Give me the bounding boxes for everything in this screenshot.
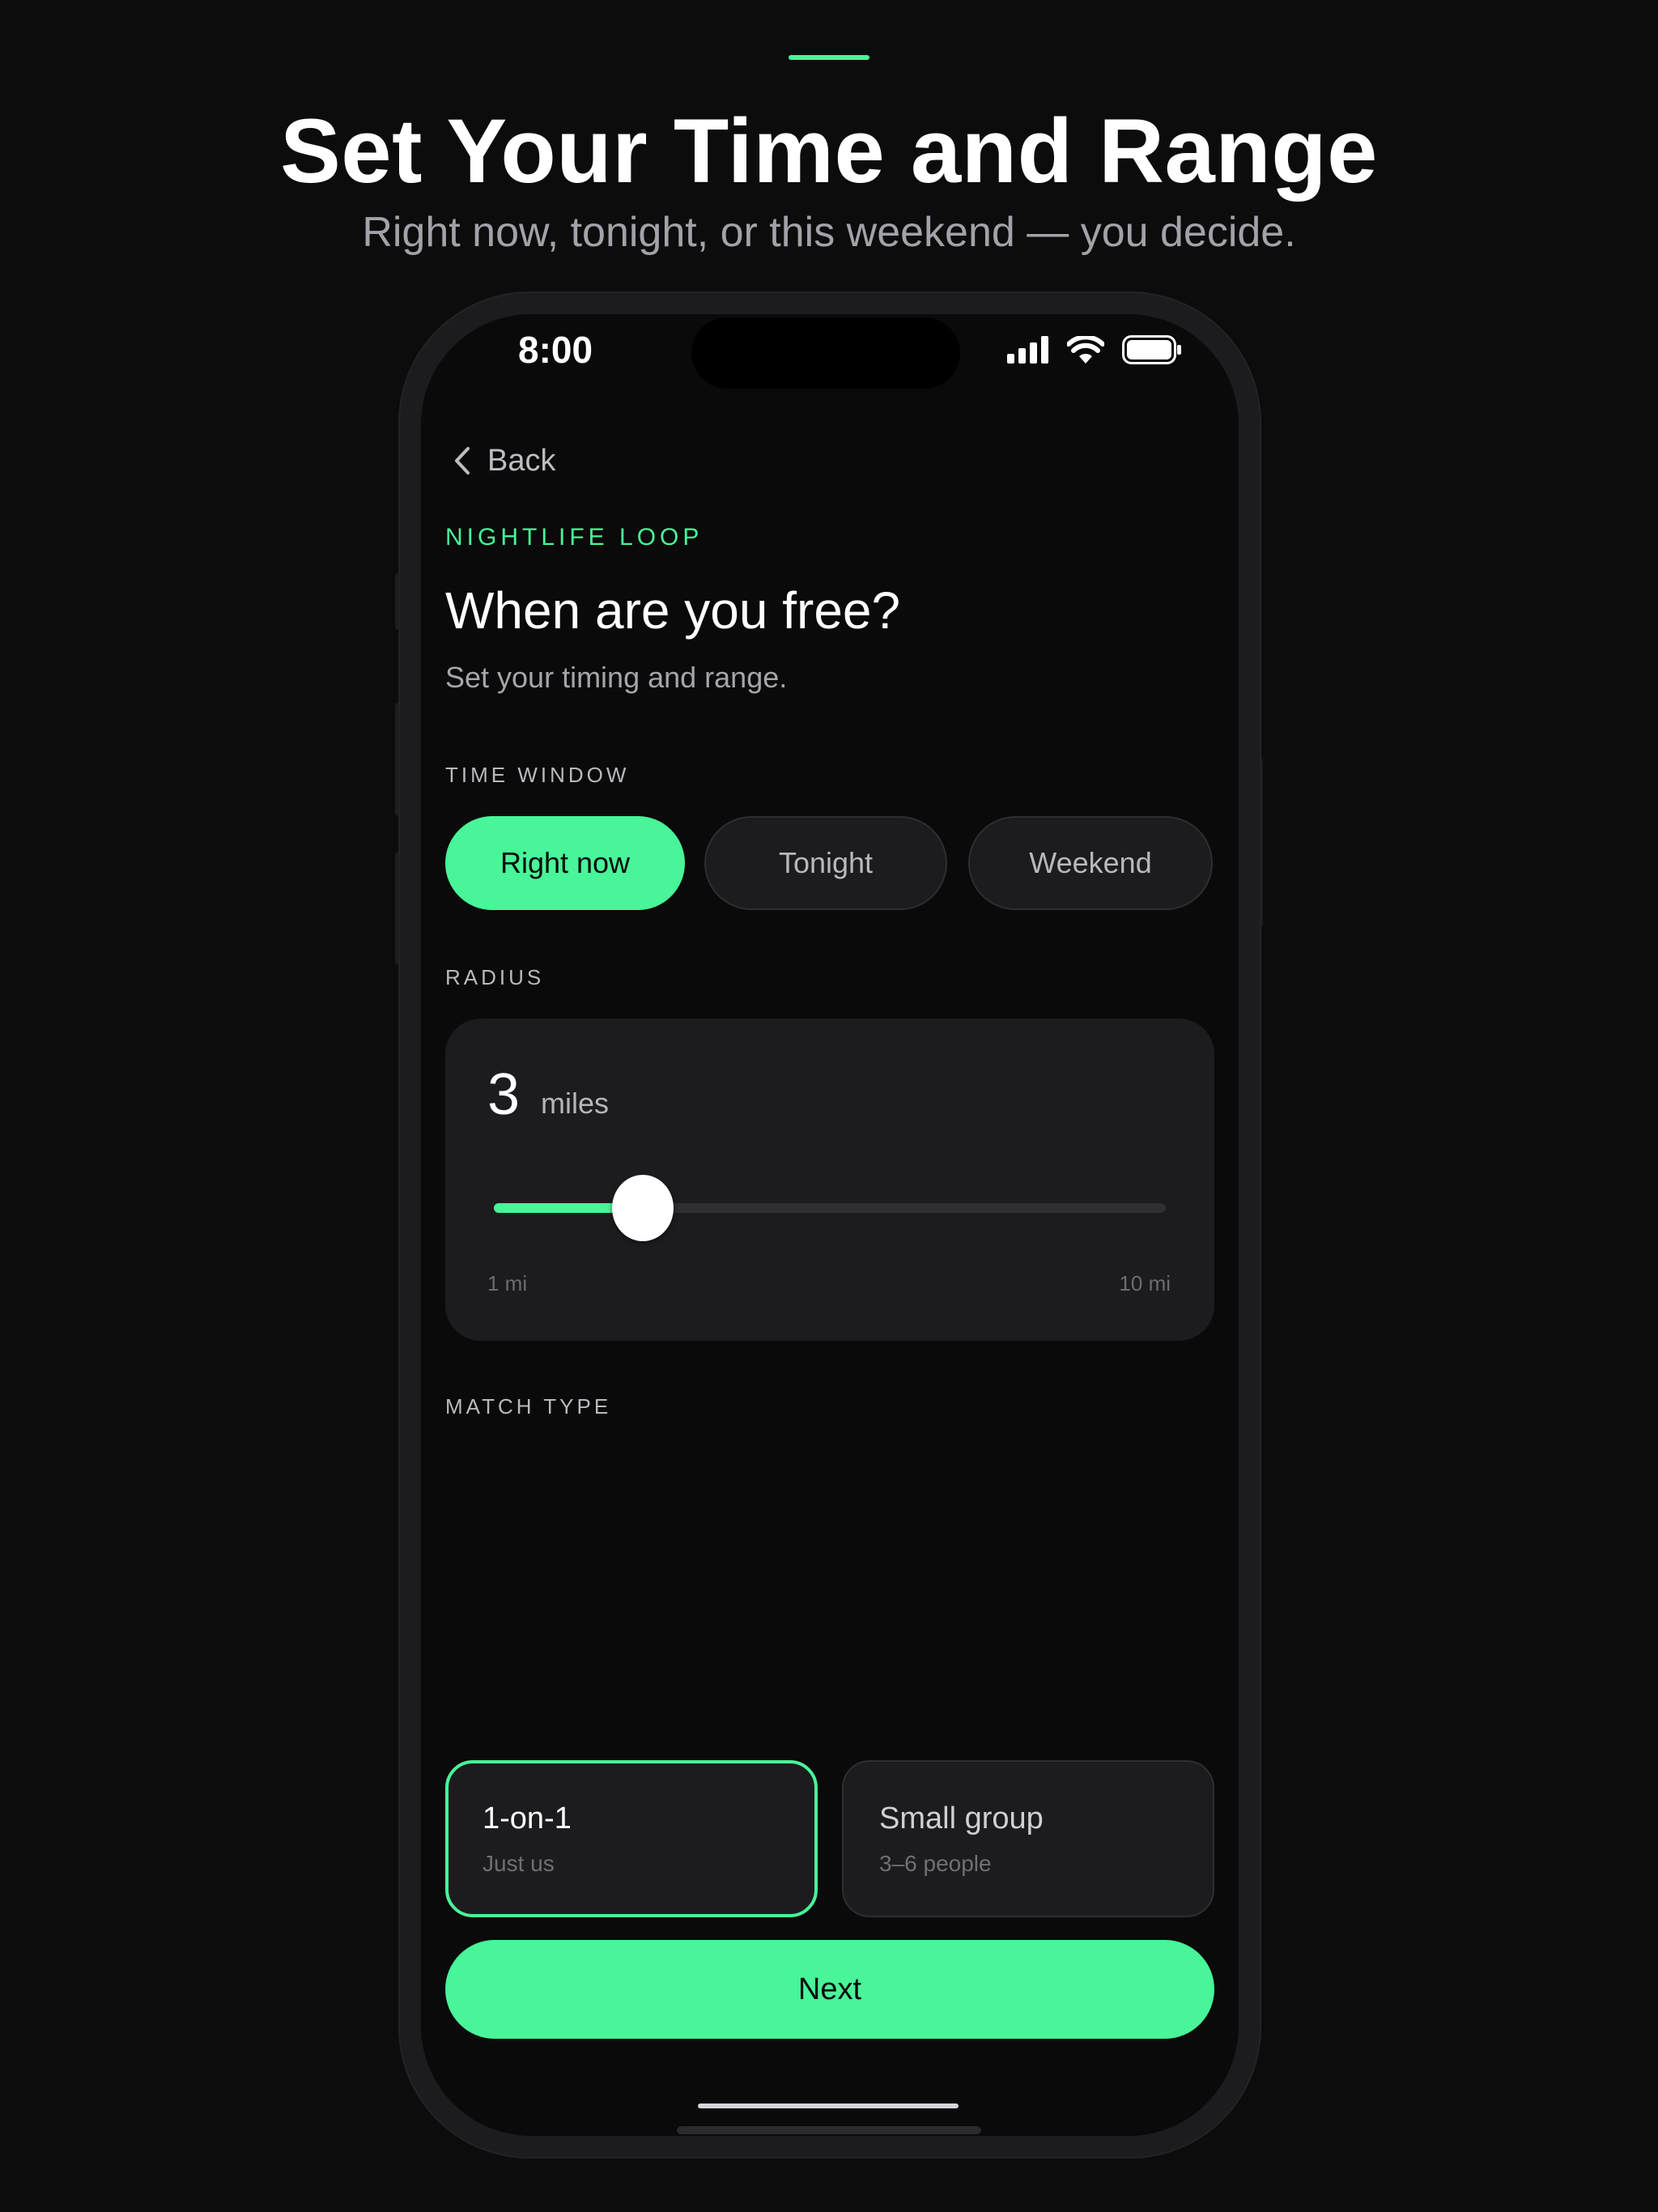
- time-option-label: Right now: [500, 846, 631, 879]
- match-option-small-group[interactable]: Small group 3–6 people: [842, 1760, 1214, 1917]
- promo-title: Set Your Time and Range: [280, 100, 1378, 202]
- accent-line: [789, 55, 869, 60]
- promo-subtitle: Right now, tonight, or this weekend — yo…: [362, 209, 1296, 256]
- status-icons: [1007, 334, 1182, 366]
- phone-bottom-edge: [677, 2126, 981, 2134]
- home-indicator: [698, 2104, 959, 2108]
- radius-unit: miles: [541, 1087, 610, 1120]
- match-option-one-on-one[interactable]: 1-on-1 Just us: [445, 1760, 818, 1917]
- wifi-icon: [1067, 336, 1104, 364]
- status-time: 8:00: [518, 329, 593, 371]
- time-option-weekend[interactable]: Weekend: [968, 816, 1213, 910]
- match-option-subtitle: Just us: [483, 1851, 555, 1876]
- phone-screen: 8:00 Back NIGHTLIFE LOOP When are you fr…: [421, 314, 1239, 2136]
- next-button[interactable]: Next: [445, 1940, 1214, 2039]
- radius-slider-thumb[interactable]: [612, 1175, 674, 1241]
- time-option-tonight[interactable]: Tonight: [704, 816, 947, 910]
- match-option-title: 1-on-1: [483, 1802, 572, 1836]
- next-button-label: Next: [797, 1972, 862, 2006]
- promo-page: Set Your Time and Range Right now, tonig…: [0, 0, 1658, 2212]
- radius-max-label: 10 mi: [1119, 1271, 1171, 1295]
- signal-icon: [1007, 336, 1048, 364]
- back-label: Back: [487, 444, 556, 478]
- phone-frame: 8:00 Back NIGHTLIFE LOOP When are you fr…: [400, 293, 1260, 2157]
- radius-slider[interactable]: [494, 1175, 1166, 1241]
- back-button[interactable]: Back: [453, 440, 555, 481]
- match-option-subtitle: 3–6 people: [879, 1851, 992, 1876]
- dynamic-island: [691, 317, 960, 389]
- time-window-label: TIME WINDOW: [445, 763, 630, 787]
- eyebrow-label: NIGHTLIFE LOOP: [445, 524, 704, 551]
- chevron-left-icon: [455, 447, 470, 474]
- radius-card: 3 miles 1 mi 10 mi: [445, 1019, 1214, 1341]
- battery-icon: [1122, 335, 1181, 364]
- screen-subtitle: Set your timing and range.: [445, 661, 788, 694]
- match-type-label: MATCH TYPE: [445, 1394, 612, 1419]
- time-option-right-now[interactable]: Right now: [445, 816, 685, 910]
- time-option-label: Tonight: [778, 846, 874, 879]
- time-option-label: Weekend: [1029, 846, 1152, 879]
- radius-min-label: 1 mi: [487, 1271, 528, 1295]
- match-option-title: Small group: [879, 1802, 1044, 1836]
- radius-label: RADIUS: [445, 965, 545, 989]
- radius-value: 3: [487, 1062, 521, 1127]
- screen-title: When are you free?: [445, 581, 901, 640]
